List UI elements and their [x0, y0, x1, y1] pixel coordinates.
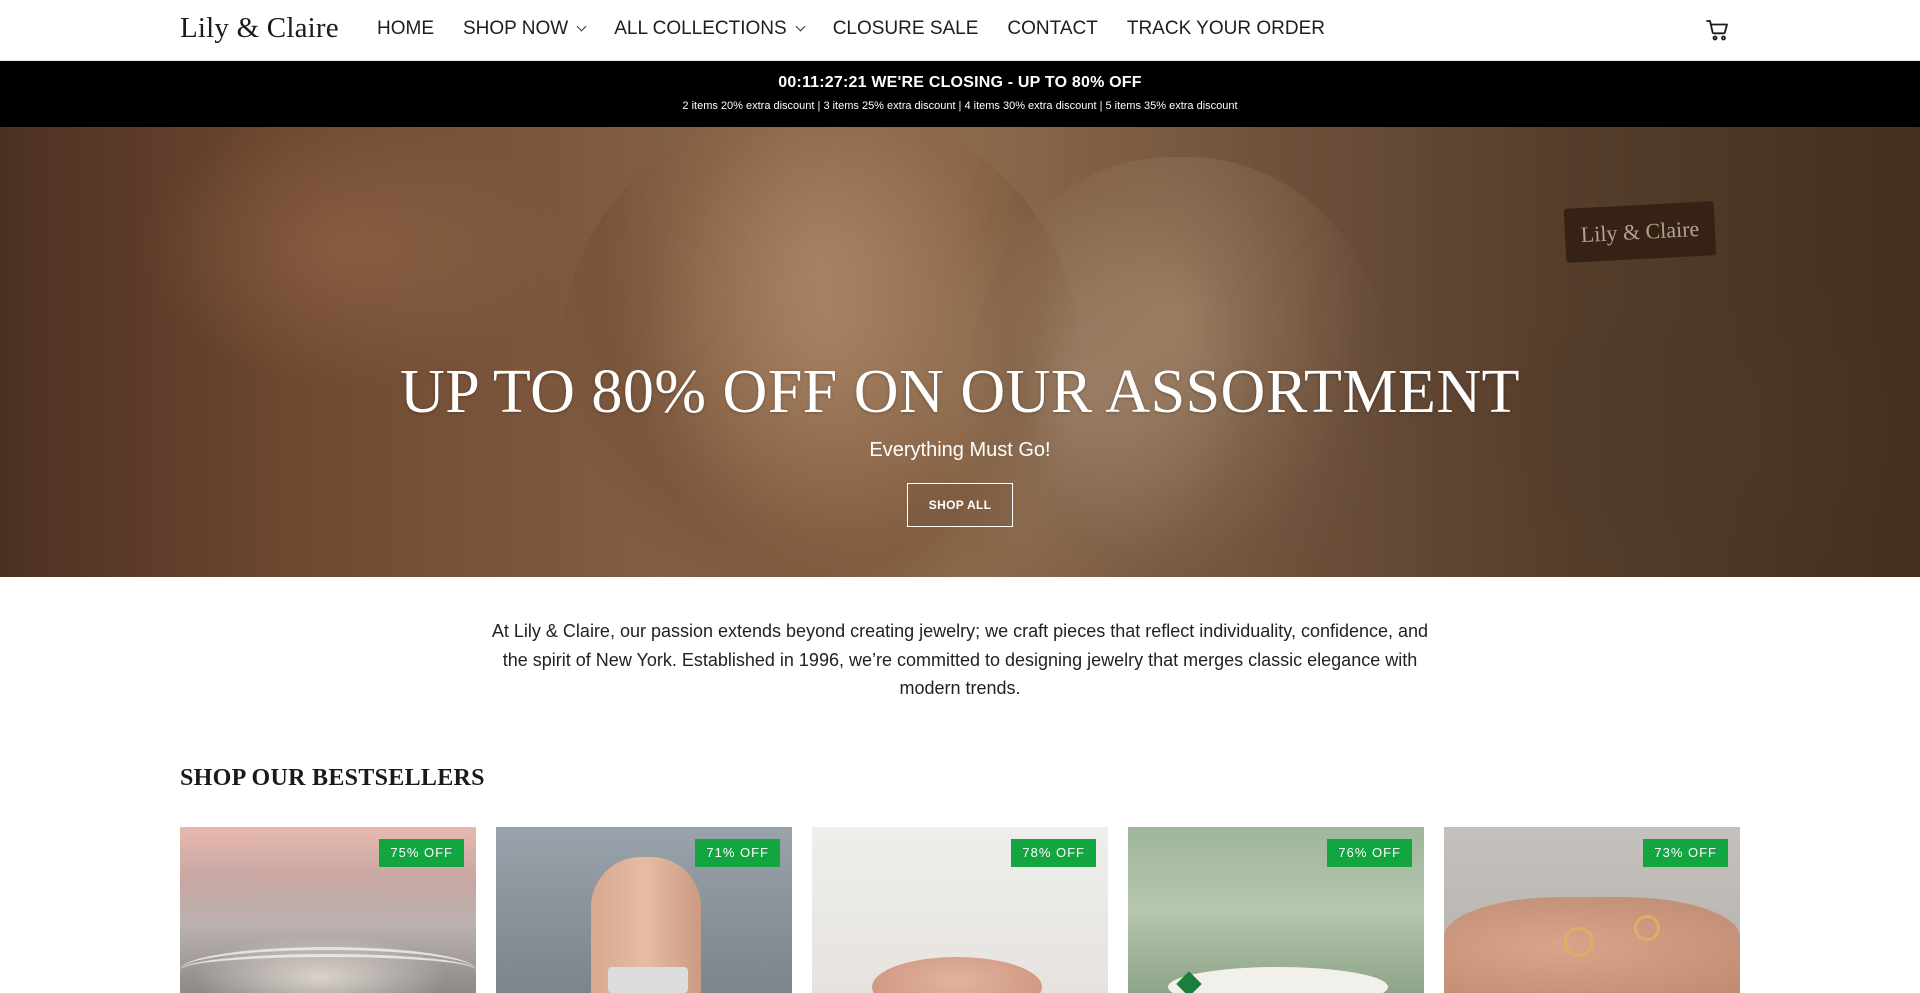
bestsellers-title: SHOP OUR BESTSELLERS	[180, 765, 485, 791]
nav-contact-label: CONTACT	[1007, 18, 1098, 39]
nav-shop-now[interactable]: SHOP NOW	[463, 18, 587, 40]
hero-subtitle: Everything Must Go!	[869, 439, 1051, 461]
nav-closure-sale[interactable]: CLOSURE SALE	[833, 18, 979, 40]
hero-title: UP TO 80% OFF ON OUR ASSORTMENT	[400, 358, 1520, 426]
product-card[interactable]: 73% OFF	[1444, 827, 1740, 993]
nav-all-collections[interactable]: ALL COLLECTIONS	[614, 18, 806, 40]
intro-text: At Lily & Claire, our passion extends be…	[491, 621, 1429, 698]
shop-all-button[interactable]: SHOP ALL	[907, 483, 1013, 527]
cart-icon[interactable]	[1706, 19, 1730, 41]
main-nav: HOME SHOP NOW ALL COLLECTIONS CLOSURE SA…	[377, 18, 1354, 40]
product-image	[872, 957, 1042, 993]
nav-shop-now-label: SHOP NOW	[463, 18, 569, 39]
product-image	[180, 947, 476, 993]
discount-badge: 75% OFF	[379, 839, 464, 867]
discount-badge: 78% OFF	[1011, 839, 1096, 867]
announcement-title: 00:11:27:21 WE'RE CLOSING - UP TO 80% OF…	[778, 74, 1142, 91]
nav-track-order[interactable]: TRACK YOUR ORDER	[1127, 18, 1325, 40]
chevron-down-icon	[576, 21, 587, 32]
discount-badge: 71% OFF	[695, 839, 780, 867]
nav-all-collections-label: ALL COLLECTIONS	[614, 18, 787, 39]
site-header: Lily & Claire HOME SHOP NOW ALL COLLECTI…	[0, 0, 1920, 61]
product-card[interactable]: 78% OFF	[812, 827, 1108, 993]
site-logo[interactable]: Lily & Claire	[180, 12, 339, 45]
nav-contact[interactable]: CONTACT	[1007, 18, 1097, 40]
ring-shape	[1564, 927, 1594, 957]
product-card[interactable]: 75% OFF	[180, 827, 476, 993]
product-card[interactable]: 76% OFF	[1128, 827, 1424, 993]
nav-track-order-label: TRACK YOUR ORDER	[1126, 18, 1325, 39]
chevron-down-icon	[795, 21, 806, 32]
ring-shape	[1634, 915, 1660, 941]
announcement-bar: 00:11:27:21 WE'RE CLOSING - UP TO 80% OF…	[0, 61, 1920, 127]
ring-shape	[608, 967, 688, 993]
discount-badge: 76% OFF	[1327, 839, 1412, 867]
product-image	[1168, 967, 1388, 993]
discount-badge: 73% OFF	[1643, 839, 1728, 867]
nav-home[interactable]: HOME	[377, 18, 434, 40]
announcement-subtitle: 2 items 20% extra discount | 3 items 25%…	[682, 100, 1238, 112]
nav-home-label: HOME	[377, 18, 434, 39]
product-card[interactable]: 71% OFF	[496, 827, 792, 993]
hero-banner: Lily & Claire UP TO 80% OFF ON OUR ASSOR…	[0, 127, 1920, 577]
product-grid: 75% OFF 71% OFF 78% OFF 76% OFF 73% OFF	[180, 827, 1740, 993]
nav-closure-sale-label: CLOSURE SALE	[832, 18, 979, 39]
